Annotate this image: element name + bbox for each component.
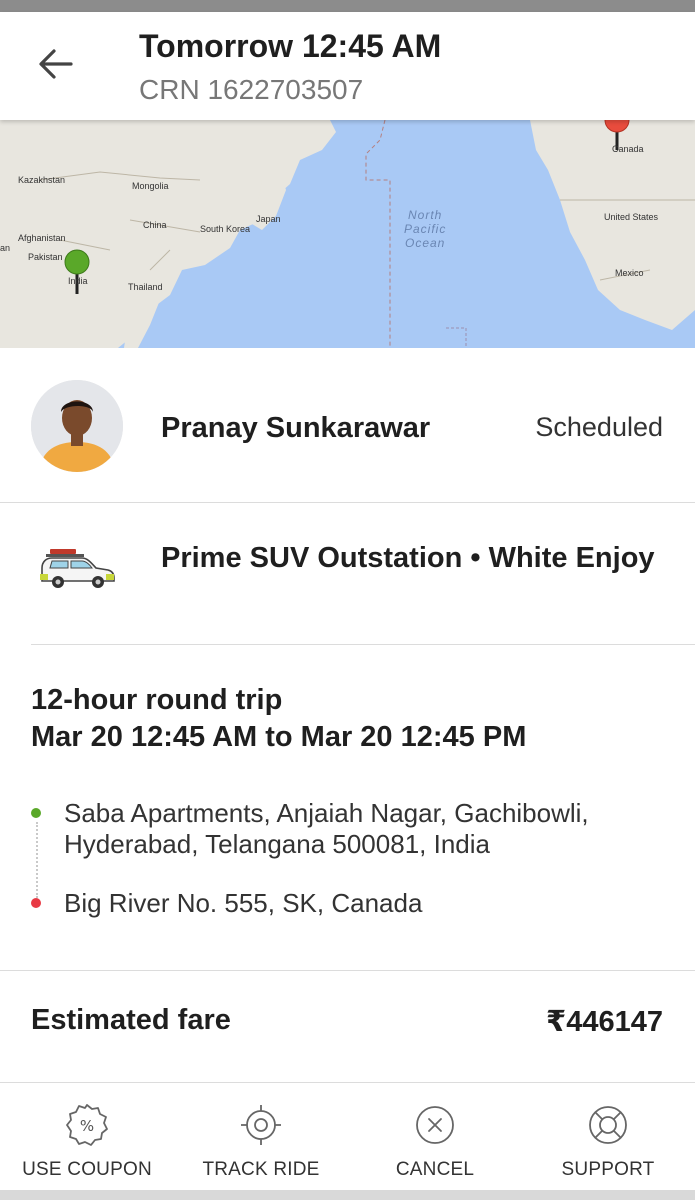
map-label-thailand: Thailand — [128, 282, 163, 292]
cancel-button[interactable]: CANCEL — [348, 1083, 522, 1191]
car-icon — [38, 548, 116, 595]
status-strip — [0, 0, 695, 12]
bottom-edge — [0, 1190, 695, 1200]
action-bar: % USE COUPON TRACK RIDE CANCEL SUPPORT — [0, 1082, 695, 1190]
svg-text:%: % — [80, 1117, 94, 1135]
map-label-afghanistan: Afghanistan — [18, 233, 66, 243]
use-coupon-button[interactable]: % USE COUPON — [0, 1083, 174, 1191]
track-ride-icon — [239, 1103, 283, 1147]
map-label-mexico: Mexico — [615, 268, 644, 278]
fare-value: ₹446147 — [546, 1006, 663, 1038]
fare-label: Estimated fare — [31, 1004, 231, 1036]
use-coupon-label: USE COUPON — [22, 1159, 152, 1180]
divider — [0, 502, 695, 503]
divider — [0, 970, 695, 971]
trip-schedule: Mar 20 12:45 AM to Mar 20 12:45 PM — [31, 721, 527, 753]
map-label-kazakhstan: Kazakhstan — [18, 175, 66, 185]
trip-type: 12-hour round trip — [31, 684, 283, 716]
pickup-address: Saba Apartments, Anjaiah Nagar, Gachibow… — [64, 798, 589, 859]
track-ride-button[interactable]: TRACK RIDE — [174, 1083, 348, 1191]
driver-avatar — [31, 380, 123, 472]
cancel-label: CANCEL — [395, 1159, 475, 1180]
back-arrow-icon — [37, 48, 73, 85]
booking-crn: CRN 1622703507 — [139, 74, 364, 105]
map-label-pakistan: Pakistan — [28, 252, 63, 262]
pickup-dot-icon — [31, 808, 41, 818]
drop-dot-icon — [31, 898, 41, 908]
support-icon — [586, 1103, 630, 1147]
map-label-canada: Canada — [612, 144, 644, 154]
ride-status: Scheduled — [535, 412, 663, 442]
car-description: Prime SUV Outstation • White Enjoy — [161, 542, 655, 574]
header: Tomorrow 12:45 AM CRN 1622703507 — [0, 12, 695, 120]
map-label-south-korea: South Korea — [200, 224, 251, 234]
map-label-united-states: United States — [604, 212, 659, 222]
divider — [31, 644, 695, 645]
map-label-india: India — [68, 276, 88, 286]
page-title: Tomorrow 12:45 AM — [139, 28, 442, 64]
cancel-icon — [413, 1103, 457, 1147]
map-label-an: an — [0, 243, 11, 253]
map-label-ocean: North Pacific Ocean — [404, 208, 447, 250]
route-connector — [36, 822, 38, 898]
support-button[interactable]: SUPPORT — [521, 1083, 695, 1191]
car-row: Prime SUV Outstation • White Enjoy — [0, 504, 695, 644]
back-button[interactable] — [30, 44, 80, 88]
route-map[interactable]: Kazakhstan Mongolia China South Korea Ja… — [0, 120, 695, 348]
map-label-mongolia: Mongolia — [132, 181, 169, 191]
driver-name: Pranay Sunkarawar — [161, 412, 431, 444]
support-label: SUPPORT — [561, 1159, 655, 1180]
map-label-china: China — [143, 220, 167, 230]
track-ride-label: TRACK RIDE — [202, 1159, 320, 1180]
driver-row: Pranay Sunkarawar Scheduled — [0, 350, 695, 502]
map-label-japan: Japan — [256, 214, 281, 224]
coupon-icon: % — [65, 1103, 109, 1147]
trip-details: 12-hour round trip Mar 20 12:45 AM to Ma… — [31, 682, 671, 756]
drop-address: Big River No. 555, SK, Canada — [64, 888, 423, 918]
